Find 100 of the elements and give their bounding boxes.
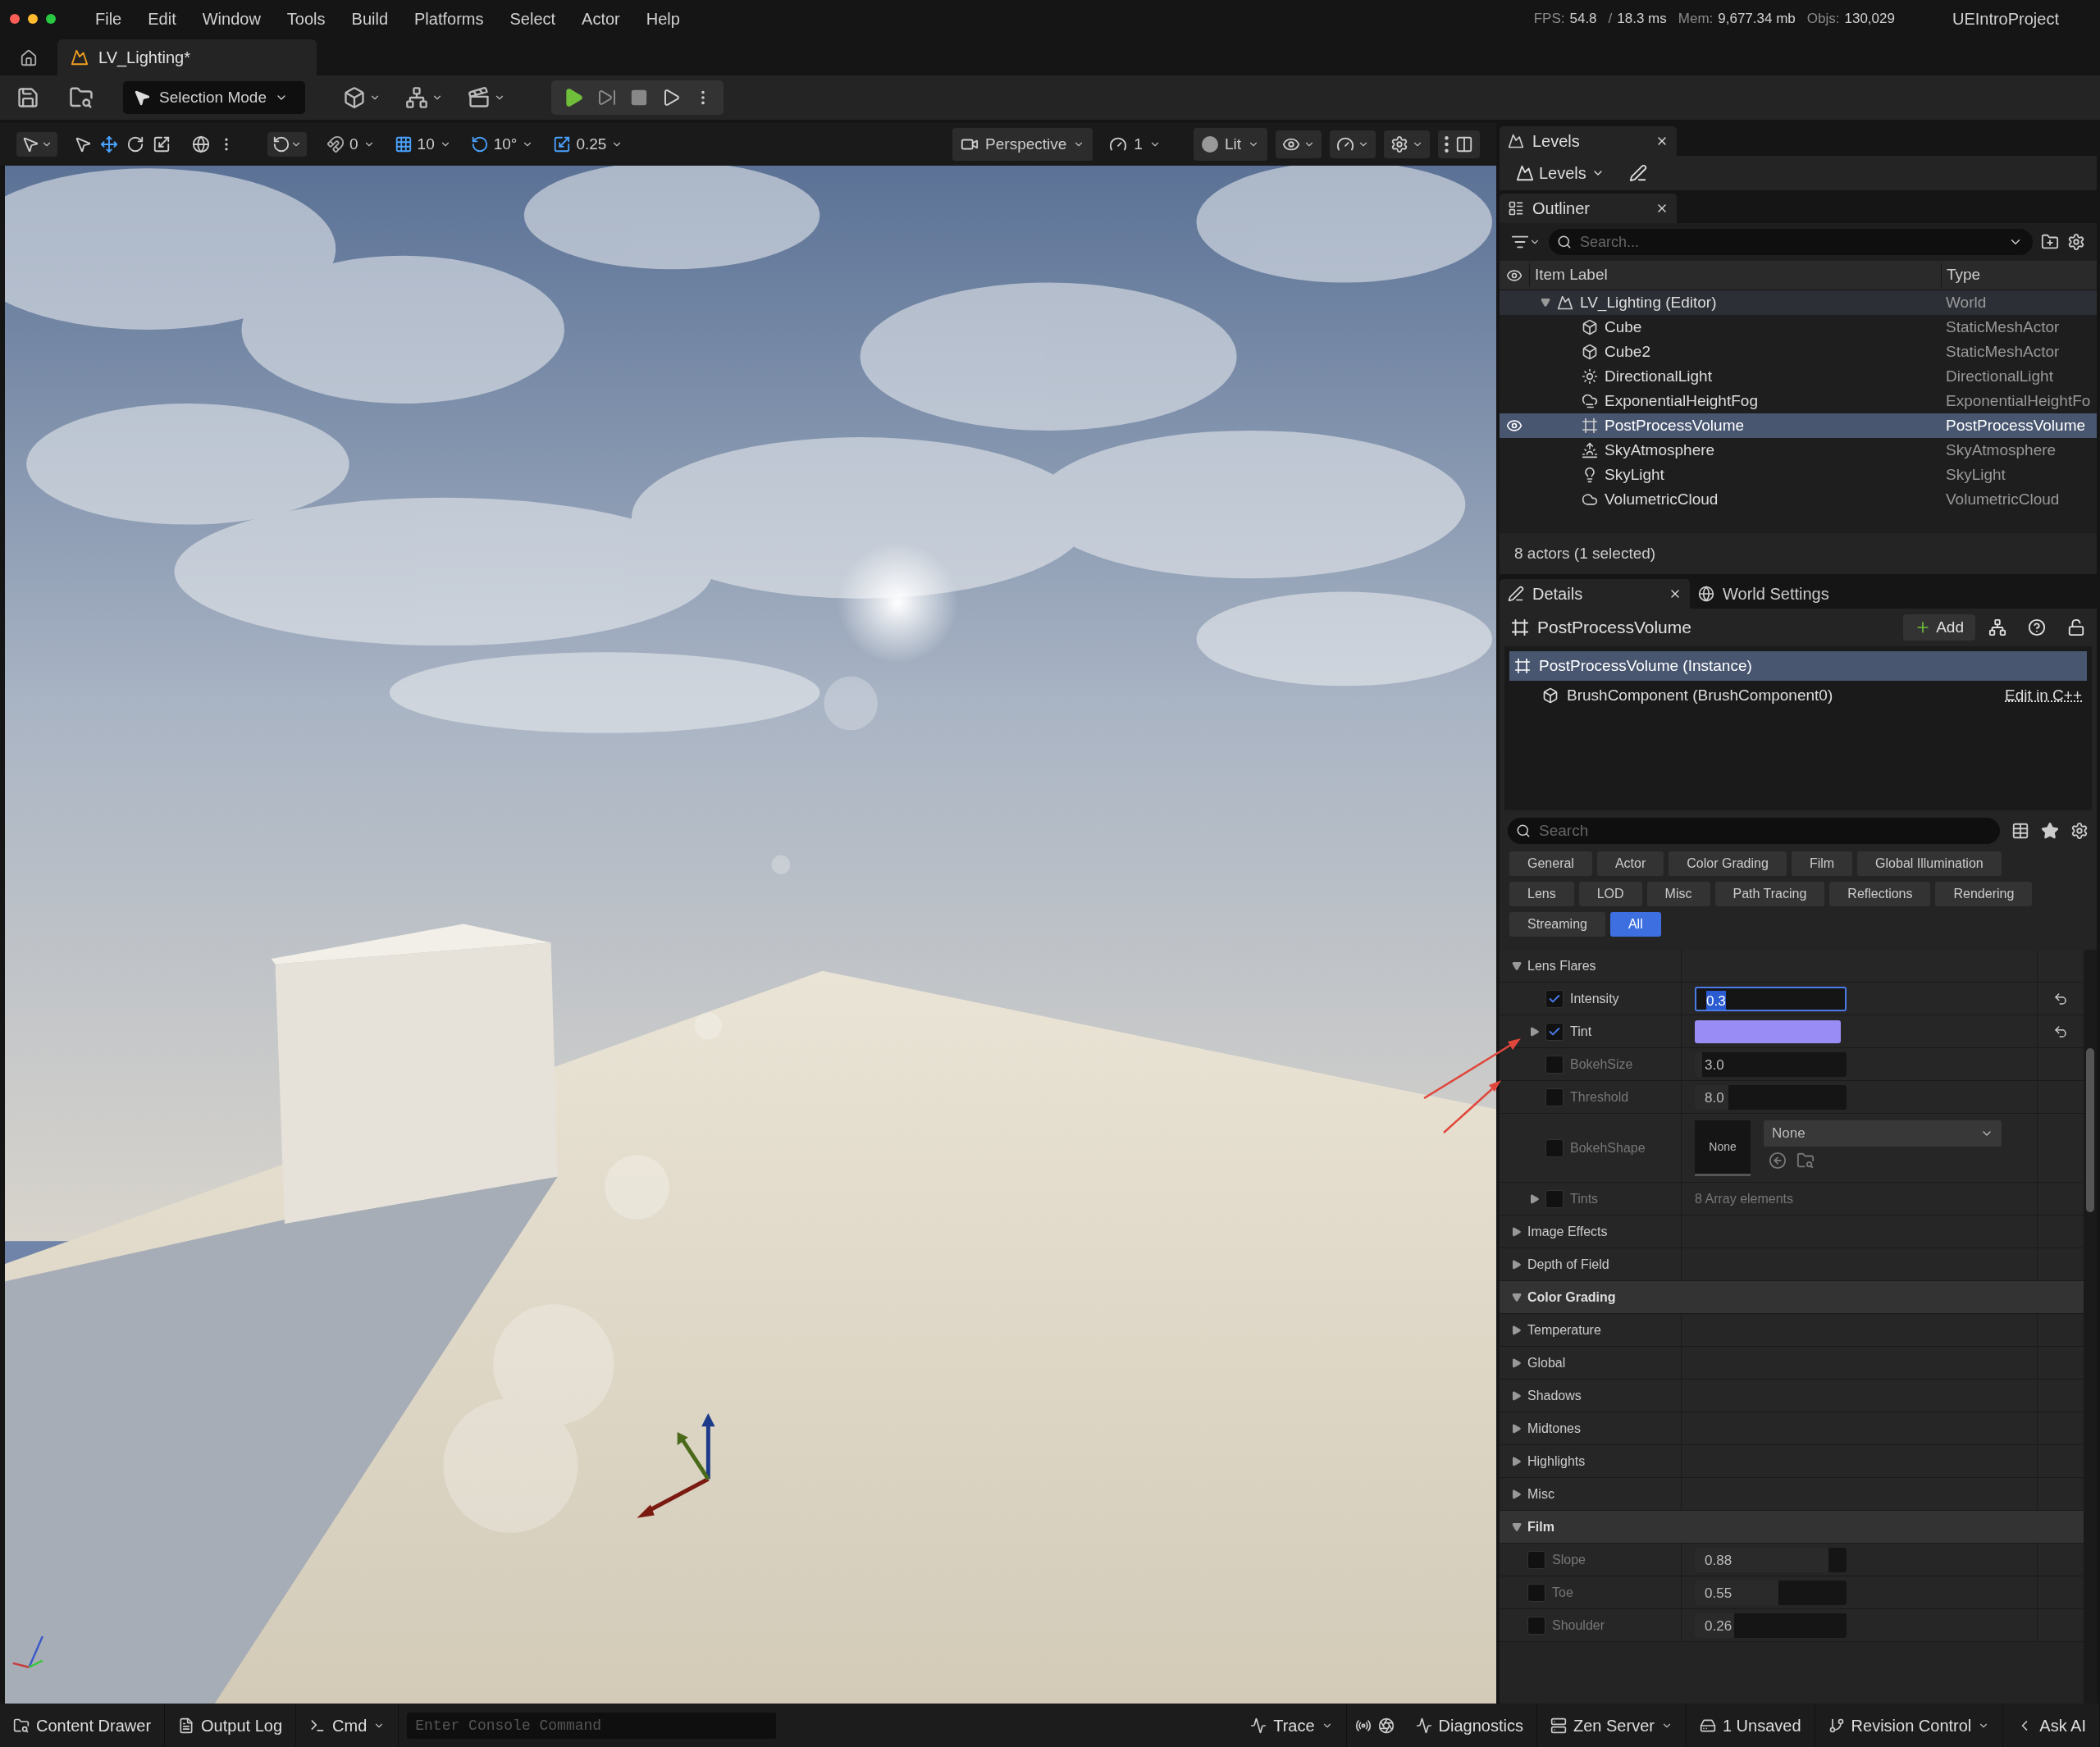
outliner-row[interactable]: VolumetricCloud VolumetricCloud: [1500, 487, 2097, 512]
expander-arrow-icon[interactable]: [1512, 1226, 1522, 1237]
lock-icon[interactable]: [2067, 618, 2085, 636]
color-swatch[interactable]: [1695, 1019, 1841, 1043]
status-bar-button[interactable]: Ask AI: [2003, 1704, 2100, 1747]
rotate-icon[interactable]: [126, 135, 144, 153]
scale-snap-icon[interactable]: [553, 135, 572, 153]
favorites-icon[interactable]: [2041, 822, 2059, 840]
number-field[interactable]: 0.88: [1695, 1547, 1847, 1572]
search-field[interactable]: Search...: [1549, 229, 2033, 255]
snap-value[interactable]: 0: [349, 132, 358, 157]
add-folder-icon[interactable]: [2041, 233, 2059, 251]
expander-arrow-icon[interactable]: [1512, 1423, 1522, 1434]
outliner-row[interactable]: DirectionalLight DirectionalLight: [1500, 364, 2097, 389]
save-icon[interactable]: [16, 86, 39, 109]
menu-item[interactable]: Select: [500, 7, 566, 31]
filter-chip[interactable]: Reflections: [1829, 882, 1931, 906]
scrollbar-thumb[interactable]: [2086, 1048, 2094, 1212]
asset-thumbnail[interactable]: None: [1695, 1120, 1751, 1176]
selection-mode-dropdown[interactable]: Selection Mode: [123, 81, 305, 114]
search-field[interactable]: Search: [1508, 818, 2000, 844]
status-bar-button[interactable]: Output Log: [165, 1704, 297, 1747]
step-icon[interactable]: [597, 88, 617, 107]
surface-snap-icon[interactable]: [326, 135, 345, 153]
status-bar-button[interactable]: Content Drawer: [0, 1704, 166, 1747]
outliner-tab[interactable]: Outliner: [1500, 194, 1677, 223]
perspective-dropdown[interactable]: Perspective: [952, 127, 1093, 162]
outliner-row[interactable]: PostProcessVolume PostProcessVolume: [1500, 413, 2097, 438]
expander-arrow-icon[interactable]: [1512, 960, 1522, 971]
visibility-icon[interactable]: [1506, 417, 1522, 434]
column-header[interactable]: Type: [1941, 263, 2097, 287]
number-field[interactable]: 0.3: [1695, 986, 1847, 1011]
expander-arrow-icon[interactable]: [1512, 1456, 1522, 1466]
checkbox[interactable]: [1527, 1583, 1545, 1602]
cinematics-icon[interactable]: [468, 86, 491, 109]
menu-item[interactable]: Build: [341, 7, 399, 31]
checkbox[interactable]: [1545, 1189, 1564, 1208]
expander-arrow-icon[interactable]: [1512, 1325, 1522, 1335]
edit-in-cpp-link[interactable]: Edit in C++: [2005, 683, 2082, 708]
reset-icon[interactable]: [2053, 1024, 2068, 1039]
use-selected-icon[interactable]: [1769, 1151, 1787, 1170]
add-actor-icon[interactable]: [343, 86, 366, 109]
filter-chip[interactable]: LOD: [1578, 882, 1642, 906]
camera-speed-dropdown[interactable]: 1: [1109, 132, 1161, 157]
select-icon[interactable]: [74, 135, 92, 153]
scale-icon[interactable]: [153, 135, 171, 153]
menu-item[interactable]: Window: [192, 7, 271, 31]
menu-item[interactable]: Actor: [572, 7, 630, 31]
world-space-icon[interactable]: [192, 135, 210, 153]
filter-chip[interactable]: Lens: [1509, 882, 1574, 906]
outliner-row[interactable]: SkyLight SkyLight: [1500, 463, 2097, 487]
outliner-row[interactable]: Cube StaticMeshActor: [1500, 315, 2097, 340]
expander-arrow-icon[interactable]: [1530, 1193, 1540, 1204]
filter-chip[interactable]: Color Grading: [1669, 851, 1787, 876]
edit-icon[interactable]: [1628, 164, 1647, 182]
status-bar-button[interactable]: Diagnostics: [1402, 1704, 1537, 1747]
expander-arrow-icon[interactable]: [1530, 1026, 1540, 1037]
expander-arrow-icon[interactable]: [1512, 1292, 1522, 1302]
filter-chip[interactable]: Actor: [1596, 851, 1664, 876]
checkbox[interactable]: [1527, 1616, 1545, 1635]
grid-snap-icon[interactable]: [394, 135, 413, 153]
console-input[interactable]: Enter Console Command: [407, 1712, 777, 1739]
settings-dropdown[interactable]: [1384, 130, 1430, 158]
status-bar-button[interactable]: Trace: [1237, 1704, 1347, 1747]
expander-arrow-icon[interactable]: [1512, 1521, 1522, 1532]
performance-dropdown[interactable]: [1330, 130, 1376, 158]
blueprint-icon[interactable]: [1988, 618, 2006, 636]
snap-value[interactable]: 10°: [493, 132, 518, 157]
status-bar-button[interactable]: Cmd: [296, 1704, 399, 1747]
checkbox[interactable]: [1545, 1055, 1564, 1074]
status-bar-button[interactable]: Revision Control: [1815, 1704, 2004, 1747]
menu-item[interactable]: Tools: [276, 7, 336, 31]
transform-mode-dropdown[interactable]: [16, 132, 57, 157]
snap-value[interactable]: 10: [417, 132, 435, 157]
browse-icon[interactable]: [1796, 1151, 1815, 1170]
settings-icon[interactable]: [2067, 233, 2085, 251]
layout-dropdown[interactable]: [1438, 130, 1480, 158]
outliner-row[interactable]: SkyAtmosphere SkyAtmosphere: [1500, 438, 2097, 463]
expander-arrow-icon[interactable]: [1512, 1489, 1522, 1499]
status-bar-button[interactable]: 1 Unsaved: [1686, 1704, 1815, 1747]
menu-item[interactable]: File: [85, 7, 132, 31]
view-mode-dropdown[interactable]: Lit: [1193, 127, 1267, 162]
checkbox[interactable]: [1545, 989, 1564, 1008]
reset-icon[interactable]: [2053, 991, 2068, 1006]
filter-chip[interactable]: Film: [1791, 851, 1853, 876]
filter-chip[interactable]: General: [1509, 851, 1592, 876]
move-icon[interactable]: [100, 135, 118, 153]
checkbox[interactable]: [1545, 1088, 1564, 1106]
browse-icon[interactable]: [69, 85, 94, 110]
number-field[interactable]: 0.55: [1695, 1580, 1847, 1605]
number-field[interactable]: 0.26: [1695, 1612, 1847, 1638]
filter-chip[interactable]: Global Illumination: [1857, 851, 2002, 876]
filter-chip[interactable]: All: [1609, 912, 1661, 937]
add-button[interactable]: Add: [1903, 614, 1975, 641]
checkbox[interactable]: [1545, 1138, 1564, 1157]
home-icon[interactable]: [20, 49, 38, 67]
menu-item[interactable]: Platforms: [404, 7, 494, 31]
expander-arrow-icon[interactable]: [1512, 1390, 1522, 1401]
rotation-snap-icon[interactable]: [470, 135, 489, 153]
help-icon[interactable]: [2028, 618, 2046, 636]
